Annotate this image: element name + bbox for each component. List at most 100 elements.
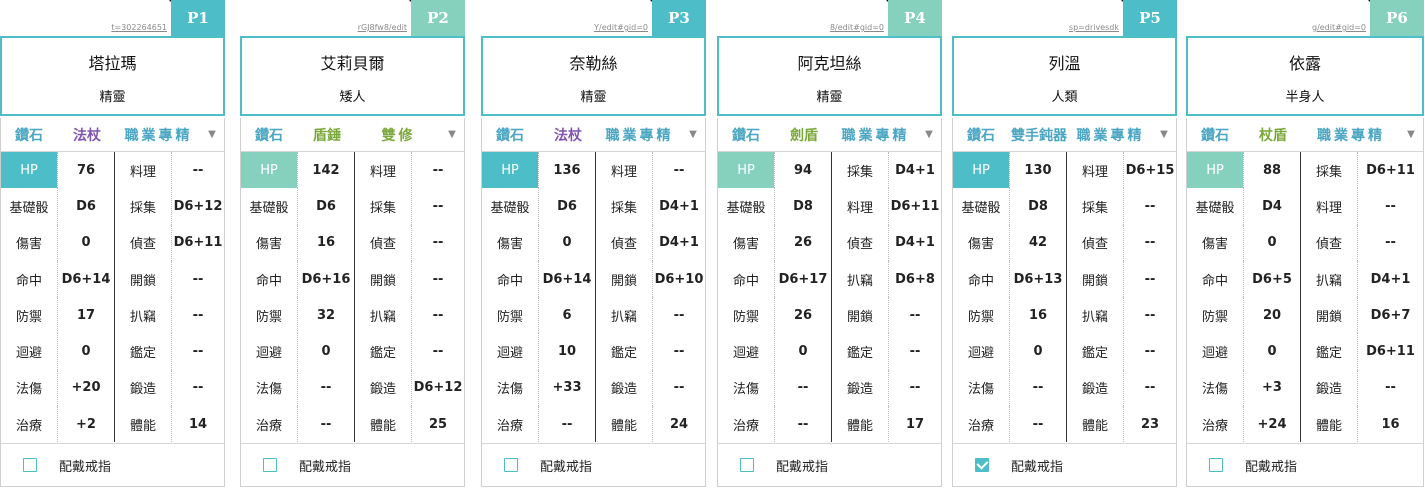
ring-checkbox[interactable] [23, 458, 37, 472]
stat-row: 治療 -- 體能 25 [241, 406, 464, 443]
skill-value: -- [411, 260, 464, 298]
chevron-down-icon[interactable]: ▼ [1399, 129, 1423, 140]
skill-value: -- [171, 369, 224, 407]
skill-label: 開鎖 [114, 260, 171, 298]
sheet-link[interactable]: t=302264651 [111, 23, 167, 32]
ring-toggle[interactable]: 配戴戒指 [241, 444, 464, 486]
ring-checkbox[interactable] [504, 458, 518, 472]
stat-row: 防禦 17 扒竊 -- [1, 297, 224, 334]
character-body: 鑽石 杖盾 職業專精 ▼ HP 88 採集 D6+11 基礎骰 D4 料理 -- 傷害 0 偵查 --… [1186, 118, 1424, 487]
chevron-down-icon[interactable]: ▼ [917, 129, 941, 140]
ring-checkbox[interactable] [1209, 458, 1223, 472]
skill-value: D6+15 [1123, 152, 1176, 189]
stat-label: 命中 [732, 273, 759, 289]
class-select[interactable]: 雙修 [357, 125, 440, 145]
class-select[interactable]: 職業專精 [117, 125, 200, 145]
skill-label: 偵查 [831, 224, 888, 261]
skill-label: 體能 [1066, 406, 1123, 443]
ring-toggle[interactable]: 配戴戒指 [1187, 444, 1423, 486]
stat-row: 命中 D6+14 開鎖 -- [1, 260, 224, 298]
gem-label: 鑽石 [967, 127, 995, 144]
ring-toggle[interactable]: 配戴戒指 [953, 444, 1176, 486]
chevron-down-icon[interactable]: ▼ [200, 129, 224, 140]
stat-row: 傷害 0 偵查 D4+1 [482, 224, 705, 261]
stat-value: D6+14 [57, 260, 114, 298]
class-select[interactable]: 職業專精 [598, 125, 681, 145]
skill-label: 體能 [1300, 406, 1357, 443]
gem-label: 鑽石 [496, 127, 524, 144]
character-body: 鑽石 雙手鈍器 職業專精 ▼ HP 130 料理 D6+15 基礎骰 D8 採集 -- 傷害 42… [952, 118, 1177, 487]
chevron-down-icon[interactable]: ▼ [681, 129, 705, 140]
stats-table: HP 76 料理 -- 基礎骰 D6 採集 D6+12 傷害 0 偵查 D6+11 命中 D6+14 開鎖 -… [1, 151, 224, 444]
skill-value: -- [1123, 260, 1176, 298]
equipment-row: 鑽石 法杖 職業專精 ▼ [1, 118, 224, 151]
skill-label: 扒竊 [1300, 260, 1357, 298]
stat-label: 迴避 [1201, 346, 1228, 362]
sheet-link[interactable]: Y/edit#gid=0 [594, 23, 648, 32]
ring-label: 配戴戒指 [540, 459, 593, 475]
chevron-down-icon[interactable]: ▼ [1152, 129, 1176, 140]
stat-value: 26 [774, 224, 831, 261]
class-select[interactable]: 職業專精 [834, 125, 917, 145]
stat-row: HP 88 採集 D6+11 [1187, 152, 1423, 189]
stat-label: 基礎骰 [726, 200, 766, 216]
stat-value: 0 [774, 333, 831, 370]
chevron-down-icon[interactable]: ▼ [440, 129, 464, 140]
sheet-link[interactable]: 8/edit#gid=0 [830, 23, 884, 32]
ring-toggle[interactable]: 配戴戒指 [1, 444, 224, 486]
skill-value: D6+11 [888, 188, 941, 225]
weapon-label: 杖盾 [1259, 127, 1287, 144]
stat-label: 防禦 [1201, 309, 1228, 325]
ring-toggle[interactable]: 配戴戒指 [718, 444, 941, 486]
sheet-link[interactable]: rGJ8fw8/edit [358, 23, 407, 32]
character-card: g/edit#gid=0 P6 依露 半身人 鑽石 杖盾 職業專精 ▼ HP 88… [1186, 0, 1424, 487]
skill-value: D6+11 [171, 224, 224, 261]
stat-value: 88 [1243, 152, 1300, 189]
equipment-row: 鑽石 盾錘 雙修 ▼ [241, 118, 464, 151]
ring-toggle[interactable]: 配戴戒指 [482, 444, 705, 486]
skill-label: 偵查 [595, 224, 652, 261]
stat-value: D6+17 [774, 260, 831, 298]
stat-value: 42 [1009, 224, 1066, 261]
stat-value: D6 [297, 188, 354, 225]
skill-value: -- [652, 152, 705, 189]
stat-row: 法傷 -- 鍛造 -- [718, 369, 941, 407]
stat-row: 法傷 +3 鍛造 -- [1187, 369, 1423, 407]
stat-value: +2 [57, 406, 114, 443]
stat-row: 迴避 0 鑑定 -- [718, 333, 941, 370]
stat-value: 0 [57, 333, 114, 370]
skill-label: 扒竊 [114, 297, 171, 334]
class-select[interactable]: 職業專精 [1069, 125, 1152, 145]
skill-label: 開鎖 [1300, 297, 1357, 334]
ring-checkbox[interactable] [975, 458, 989, 472]
skill-label: 鍛造 [1300, 369, 1357, 407]
skill-label: 料理 [1066, 152, 1123, 189]
skill-value: -- [1123, 333, 1176, 370]
sheet-link[interactable]: sp=drivesdk [1069, 23, 1119, 32]
stat-row: 法傷 +20 鍛造 -- [1, 369, 224, 407]
stats-table: HP 94 採集 D4+1 基礎骰 D8 料理 D6+11 傷害 26 偵查 D4+1 命中 D6+17 扒… [718, 151, 941, 444]
ring-checkbox[interactable] [740, 458, 754, 472]
ring-checkbox[interactable] [263, 458, 277, 472]
skill-label: 扒竊 [354, 297, 411, 334]
skill-value: D4+1 [652, 188, 705, 225]
character-race: 精靈 [580, 90, 607, 105]
skill-value: 17 [888, 406, 941, 443]
stat-row: 防禦 32 扒竊 -- [241, 297, 464, 334]
stat-value: -- [297, 406, 354, 443]
character-name: 阿克坦絲 [797, 54, 862, 73]
stat-label: 命中 [15, 273, 42, 289]
skill-label: 鑑定 [114, 333, 171, 370]
stat-row: HP 142 料理 -- [241, 152, 464, 189]
class-select[interactable]: 職業專精 [1303, 125, 1399, 145]
skill-label: 鑑定 [1300, 333, 1357, 370]
skill-label: 體能 [595, 406, 652, 443]
sheet-link[interactable]: g/edit#gid=0 [1312, 23, 1366, 32]
skill-label: 開鎖 [1066, 260, 1123, 298]
stat-label: 傷害 [1201, 237, 1228, 253]
stat-value: 6 [538, 297, 595, 334]
skill-value: -- [411, 152, 464, 189]
stat-label: 防禦 [255, 309, 282, 325]
weapon-label: 盾錘 [313, 127, 341, 144]
stat-row: HP 94 採集 D4+1 [718, 152, 941, 189]
